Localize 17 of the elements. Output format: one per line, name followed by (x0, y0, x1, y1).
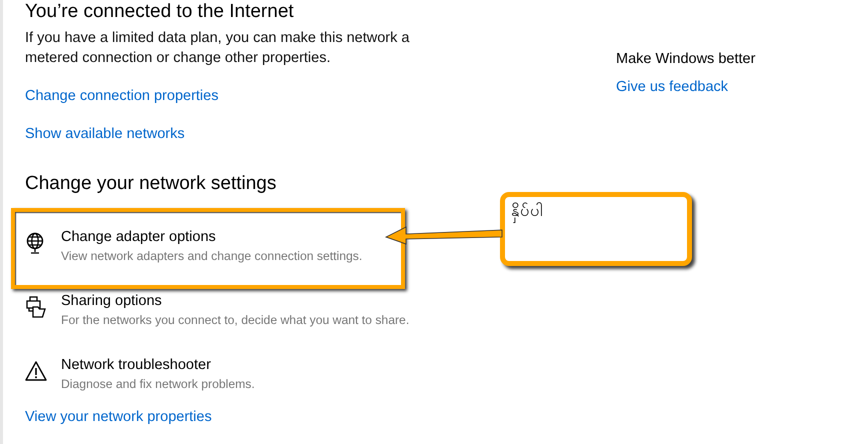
setting-description: View network adapters and change connection settings. (61, 248, 362, 265)
link[interactable]: View your network properties (25, 407, 212, 427)
link[interactable]: Change connection properties (25, 86, 218, 106)
status-heading: You’re connected to the Internet (25, 1, 295, 23)
printer-folder-icon (25, 296, 47, 318)
callout-text: နှိပ်ပါ (500, 192, 692, 266)
setting-link[interactable]: Sharing options (61, 292, 162, 311)
setting-link[interactable]: Change adapter options (61, 228, 216, 247)
setting-description: Diagnose and fix network problems. (61, 376, 255, 393)
setting-description: For the networks you connect to, decide what you want to share. (61, 312, 410, 329)
aside-heading: Make Windows better (616, 50, 756, 69)
section-heading: Change your network settings (25, 173, 278, 195)
status-description: If you have a limited data plan, you can make this network a metered connection or change other properties. (25, 29, 410, 68)
link[interactable]: Show available networks (25, 124, 185, 144)
setting-link[interactable]: Network troubleshooter (61, 356, 211, 375)
warning-icon (25, 360, 47, 382)
feedback-link[interactable]: Give us feedback (616, 77, 728, 97)
